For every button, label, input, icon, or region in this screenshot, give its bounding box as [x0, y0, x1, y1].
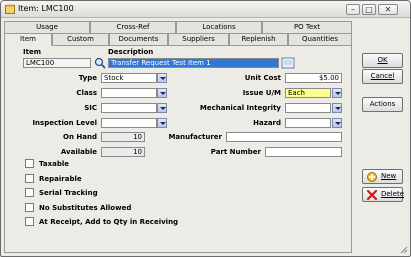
item-app-icon [5, 4, 15, 14]
new-item-icon [367, 172, 377, 182]
tab-suppliers[interactable]: Suppliers [168, 33, 229, 45]
tab-item[interactable]: Item [4, 33, 52, 46]
item-label: Item [23, 48, 41, 56]
resize-grip-icon[interactable] [400, 246, 408, 254]
tab-quantities[interactable]: Quantities [288, 33, 352, 45]
sic-dropdown-icon[interactable] [157, 103, 167, 113]
sic-label: SIC [84, 104, 97, 112]
taxable-checkbox[interactable] [25, 159, 34, 168]
taxable-label: Taxable [39, 160, 69, 168]
class-label: Class [76, 89, 97, 97]
type-dropdown-icon[interactable] [157, 73, 167, 83]
delete-button-label: Delete [381, 190, 404, 198]
available-field: 10 [101, 147, 145, 157]
unit-cost-label: Unit Cost [244, 74, 281, 82]
class-field[interactable] [101, 88, 157, 98]
tab-usage[interactable]: Usage [4, 21, 90, 33]
mechanical-integrity-label: Mechanical Integrity [199, 104, 281, 112]
serial-tracking-label: Serial Tracking [39, 189, 98, 197]
search-icon[interactable] [93, 57, 107, 69]
actions-button[interactable]: Actions [362, 97, 403, 112]
unit-cost-field[interactable]: $5.00 [285, 73, 342, 83]
part-number-label: Part Number [210, 148, 261, 156]
title-bar: Item: LMC100 – □ ✕ [1, 1, 410, 18]
repairable-checkbox[interactable] [25, 174, 34, 183]
mechanical-integrity-dropdown-icon[interactable] [332, 103, 342, 113]
maximize-button[interactable]: □ [362, 4, 376, 15]
tab-row-back: Usage Cross-Ref Locations PO Text [4, 21, 352, 33]
repairable-label: Repairable [39, 175, 82, 183]
available-label: Available [60, 148, 97, 156]
item-field[interactable]: LMC100 [23, 58, 91, 68]
manufacturer-label: Manufacturer [168, 133, 222, 141]
actions-button-label: Actions [369, 100, 396, 108]
tab-row-front: Item Custom Documents Suppliers Replenis… [4, 33, 352, 46]
tab-documents[interactable]: Documents [109, 33, 168, 45]
minimize-button[interactable]: – [346, 4, 360, 15]
new-button-label: New [381, 172, 397, 180]
no-substitutes-label: No Substitutes Allowed [39, 204, 132, 212]
inspection-level-label: Inspection Level [32, 119, 97, 127]
sic-field[interactable] [101, 103, 157, 113]
add-to-receiving-label: At Receipt, Add to Qty in Receiving [39, 218, 179, 226]
issue-um-field[interactable]: Each [285, 88, 331, 98]
hazard-field[interactable] [285, 118, 331, 128]
description-field[interactable]: Transfer Request Test Item 1 [108, 58, 279, 68]
type-label: Type [78, 74, 97, 82]
inspection-level-field[interactable] [101, 118, 157, 128]
issue-um-label: Issue U/M [242, 89, 281, 97]
item-tab-panel: Item LMC100 Description Transfer Request… [4, 45, 352, 253]
inspection-level-dropdown-icon[interactable] [157, 118, 167, 128]
notes-icon[interactable] [281, 57, 295, 69]
description-label: Description [108, 48, 154, 56]
on-hand-label: On Hand [63, 133, 97, 141]
delete-x-icon [366, 189, 378, 201]
delete-button[interactable]: Delete [362, 187, 404, 202]
close-button[interactable]: ✕ [378, 4, 398, 15]
tab-cross-ref[interactable]: Cross-Ref [90, 21, 176, 33]
tab-replenish[interactable]: Replenish [229, 33, 288, 45]
item-window: Item: LMC100 – □ ✕ Usage Cross-Ref Locat… [0, 0, 411, 257]
serial-tracking-checkbox[interactable] [25, 188, 34, 197]
hazard-label: Hazard [253, 119, 281, 127]
issue-um-dropdown-icon[interactable] [332, 88, 342, 98]
new-button[interactable]: New [362, 169, 403, 184]
ok-button-label: OK [377, 56, 388, 64]
ok-button[interactable]: OK [362, 53, 403, 68]
add-to-receiving-checkbox[interactable] [25, 217, 34, 226]
tab-locations[interactable]: Locations [176, 21, 262, 33]
no-substitutes-checkbox[interactable] [25, 203, 34, 212]
hazard-dropdown-icon[interactable] [332, 118, 342, 128]
cancel-button-label: Cancel [370, 72, 395, 80]
part-number-field[interactable] [265, 147, 342, 157]
class-dropdown-icon[interactable] [157, 88, 167, 98]
type-field[interactable]: Stock [101, 73, 157, 83]
tab-custom[interactable]: Custom [52, 33, 109, 45]
mechanical-integrity-field[interactable] [285, 103, 331, 113]
window-title: Item: LMC100 [18, 4, 74, 13]
tab-po-text[interactable]: PO Text [262, 21, 352, 33]
manufacturer-field[interactable] [226, 132, 342, 142]
cancel-button[interactable]: Cancel [362, 69, 403, 84]
